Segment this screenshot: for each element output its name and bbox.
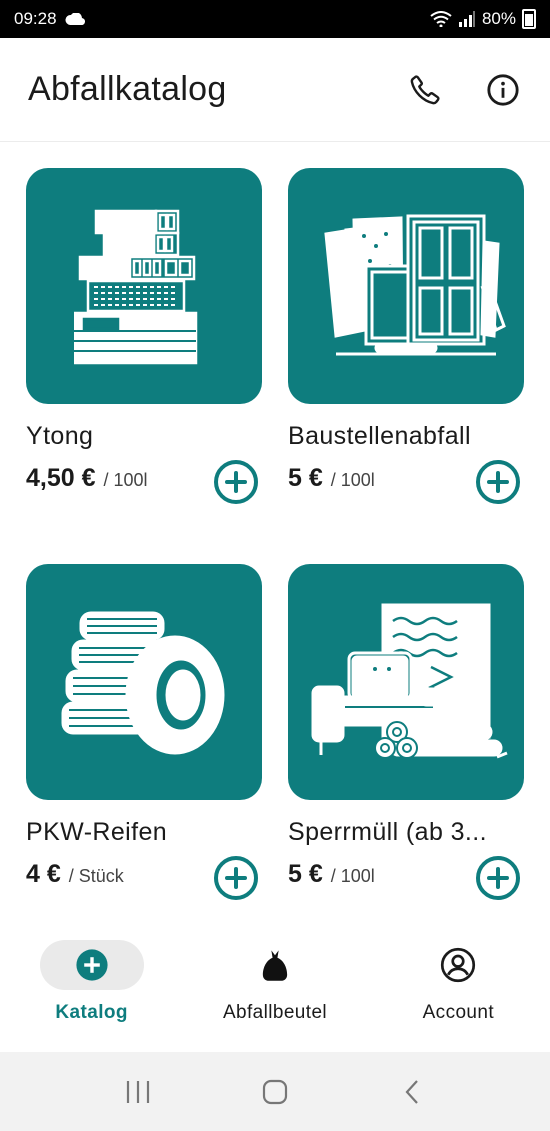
catalog-item-price: 5 € — [288, 464, 323, 492]
ytong-blocks-icon — [74, 209, 198, 365]
back-icon — [405, 1079, 418, 1104]
nav-indicator — [39, 940, 144, 990]
battery-level: 80% — [481, 9, 516, 28]
recents-button[interactable] — [118, 1072, 158, 1112]
nav-label: Abfallbeutel — [222, 1002, 328, 1023]
catalog-item-thumb[interactable] — [26, 564, 262, 800]
add-button[interactable] — [214, 856, 258, 900]
page-title: Abfallkatalog — [28, 70, 227, 108]
account-icon — [441, 947, 476, 983]
status-time: 09:28 — [14, 9, 57, 28]
add-button[interactable] — [476, 856, 520, 900]
add-button[interactable] — [214, 460, 258, 504]
status-bar: 09:28 80% — [0, 0, 550, 38]
battery-icon — [522, 9, 536, 29]
catalog-item-name: PKW-Reifen — [26, 818, 168, 846]
nav-label: Katalog — [55, 1002, 128, 1023]
catalog-item-baustellenabfall: Baustellenabfall 5 € / 100l — [288, 168, 524, 504]
nav-indicator — [406, 940, 510, 990]
construction-waste-icon — [324, 214, 506, 356]
nav-item-abfallbeutel[interactable]: Abfallbeutel — [183, 930, 366, 1050]
info-icon — [487, 73, 519, 106]
plus-circle-icon — [76, 949, 108, 981]
wifi-icon — [430, 11, 452, 27]
catalog-item-thumb[interactable] — [26, 168, 262, 404]
catalog-item-name: Sperrmüll (ab 3... — [288, 818, 487, 846]
catalog-item-pkw-reifen: PKW-Reifen 4 € / Stück — [26, 564, 262, 900]
add-button[interactable] — [476, 460, 520, 504]
phone-button[interactable] — [406, 71, 444, 109]
catalog-item-unit: / Stück — [68, 866, 124, 886]
catalog-item-thumb[interactable] — [288, 168, 524, 404]
nav-label: Account — [422, 1002, 495, 1023]
catalog-item-unit: / 100l — [103, 470, 148, 490]
back-button[interactable] — [392, 1072, 432, 1112]
recents-icon — [127, 1080, 150, 1103]
catalog-item-name: Baustellenabfall — [288, 422, 471, 450]
catalog-item-thumb[interactable] — [288, 564, 524, 800]
signal-icon — [458, 11, 475, 27]
bottom-nav: Katalog Abfallbeutel Account — [0, 930, 550, 1050]
nav-item-katalog[interactable]: Katalog — [0, 930, 183, 1050]
phone-icon — [410, 74, 440, 104]
tires-icon — [61, 611, 225, 755]
status-right: 80% — [430, 9, 536, 29]
info-button[interactable] — [484, 71, 522, 109]
catalog-item-ytong: Ytong 4,50 € / 100l — [26, 168, 262, 504]
catalog-item-unit: / 100l — [330, 470, 375, 490]
cloud-icon — [65, 13, 85, 25]
bulky-waste-icon — [311, 603, 508, 759]
catalog-item-sperrmuell: Sperrmüll (ab 3... 5 € / 100l — [288, 564, 524, 900]
nav-indicator — [223, 940, 327, 990]
catalog-item-price: 4 € — [26, 860, 61, 888]
catalog-item-name: Ytong — [26, 422, 94, 450]
waste-bag-icon — [262, 950, 288, 981]
home-button[interactable] — [255, 1072, 295, 1112]
nav-item-account[interactable]: Account — [367, 930, 550, 1050]
system-nav-bar — [0, 1052, 550, 1131]
home-icon — [262, 1079, 288, 1104]
catalog-item-price: 5 € — [288, 860, 323, 888]
catalog-item-price: 4,50 € — [26, 464, 96, 492]
catalog-item-unit: / 100l — [330, 866, 375, 886]
app-bar: Abfallkatalog — [0, 38, 550, 142]
